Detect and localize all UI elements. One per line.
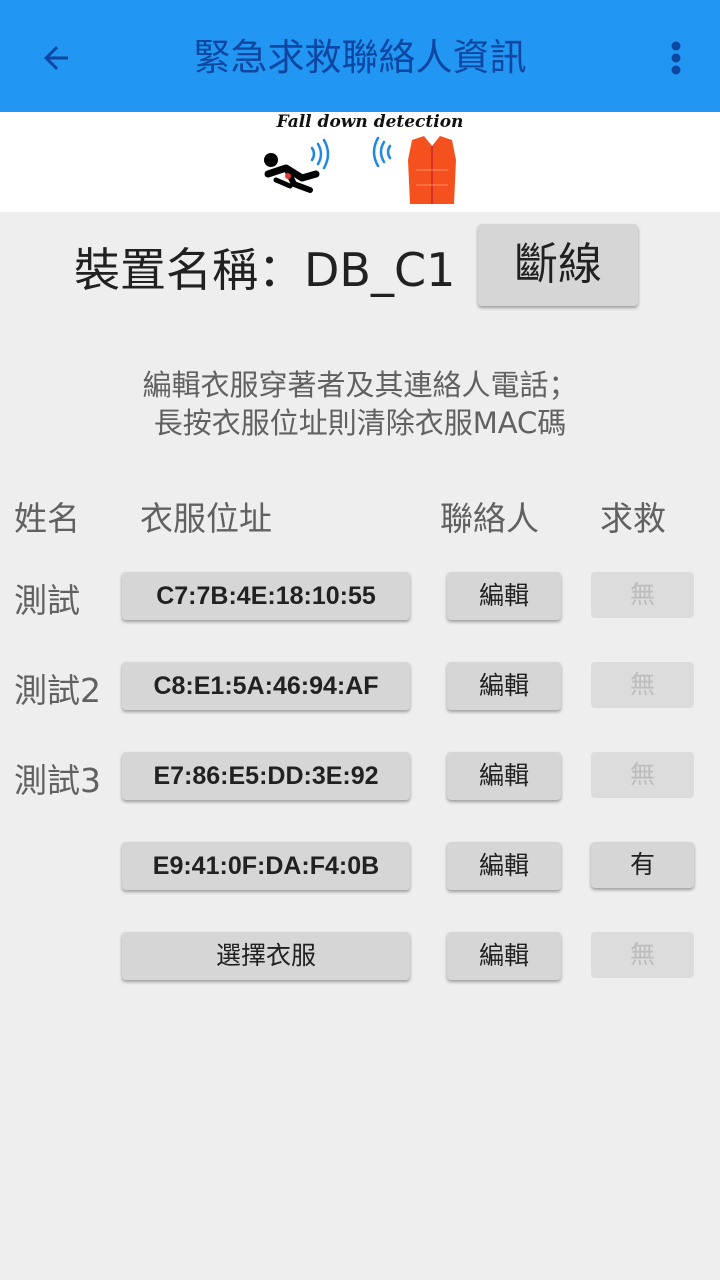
arrow-left-icon (44, 46, 68, 70)
header-name: 姓名 (14, 499, 80, 538)
mac-address-button[interactable]: C7:7B:4E:18:10:55 (122, 572, 410, 620)
sos-status-button[interactable]: 無 (591, 752, 694, 798)
vest-icon (408, 136, 456, 204)
edit-contact-button[interactable]: 編輯 (447, 662, 561, 710)
mac-address-button[interactable]: E7:86:E5:DD:3E:92 (122, 752, 410, 800)
sos-status-button[interactable]: 無 (591, 662, 694, 708)
app-bar: 緊急求救聯絡人資訊 (0, 0, 720, 112)
row-name: 測試2 (14, 671, 101, 710)
more-options-button[interactable] (650, 28, 702, 88)
select-clothing-button[interactable]: 選擇衣服 (122, 932, 410, 980)
edit-contact-button[interactable]: 編輯 (447, 842, 561, 890)
back-button[interactable] (26, 28, 86, 88)
more-vert-icon (671, 41, 681, 75)
header-contact: 聯絡人 (440, 499, 539, 538)
signal-waves-icon (310, 136, 392, 170)
instructions-line-1: 編輯衣服穿著者及其連絡人電話； (142, 368, 578, 402)
edit-contact-button[interactable]: 編輯 (447, 572, 561, 620)
banner-text: Fall down detection (276, 112, 464, 132)
instructions-text: 編輯衣服穿著者及其連絡人電話； 長按衣服位址則清除衣服MAC碼 (60, 366, 660, 442)
row-name: 測試3 (14, 761, 101, 800)
edit-contact-button[interactable]: 編輯 (447, 932, 561, 980)
page-title: 緊急求救聯絡人資訊 (193, 36, 527, 79)
sos-status-button[interactable]: 無 (591, 932, 694, 978)
falling-person-icon (264, 153, 320, 193)
disconnect-button[interactable]: 斷線 (478, 224, 638, 306)
row-name: 測試 (14, 581, 80, 620)
mac-address-button[interactable]: E9:41:0F:DA:F4:0B (122, 842, 410, 890)
fall-detection-illustration (264, 136, 456, 204)
sos-status-button[interactable]: 無 (591, 572, 694, 618)
sos-status-button[interactable]: 有 (591, 842, 694, 888)
edit-contact-button[interactable]: 編輯 (447, 752, 561, 800)
header-address: 衣服位址 (140, 499, 272, 538)
header-sos: 求救 (600, 499, 666, 538)
mac-address-button[interactable]: C8:E1:5A:46:94:AF (122, 662, 410, 710)
banner: Fall down detection (0, 112, 720, 212)
instructions-line-2: 長按衣服位址則清除衣服MAC碼 (153, 406, 567, 440)
device-name-label: 裝置名稱：DB_C1 (74, 243, 456, 297)
